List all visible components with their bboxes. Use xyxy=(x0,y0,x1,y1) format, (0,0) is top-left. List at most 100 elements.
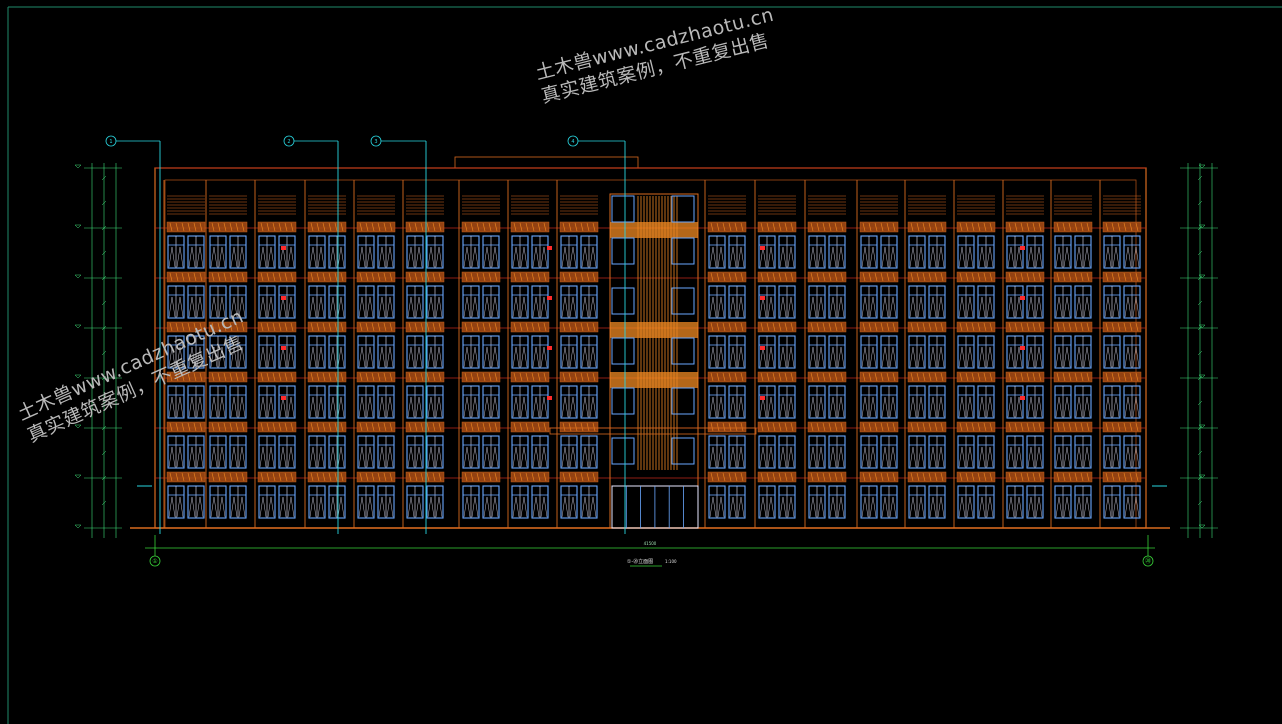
level-symbol xyxy=(74,324,82,329)
window-swing xyxy=(329,396,337,418)
spandrel-band xyxy=(907,421,947,433)
spandrel-band xyxy=(559,471,599,483)
window-swing xyxy=(767,446,775,468)
spandrel-band xyxy=(356,321,396,333)
window-swing xyxy=(259,496,267,518)
window-swing xyxy=(483,346,491,368)
window-swing xyxy=(1124,496,1132,518)
window-swing xyxy=(787,496,795,518)
window-swing xyxy=(986,346,994,368)
window-swing xyxy=(929,346,937,368)
window-swing xyxy=(917,296,925,318)
window-swing xyxy=(917,446,925,468)
window-swing xyxy=(581,346,589,368)
window-swing xyxy=(210,396,218,418)
spandrel-band xyxy=(166,421,206,433)
window-swing xyxy=(1063,496,1071,518)
stair-window xyxy=(611,437,635,465)
window-swing xyxy=(196,396,204,418)
window-swing xyxy=(569,246,577,268)
window-swing xyxy=(366,246,374,268)
window-swing xyxy=(415,496,423,518)
window-swing xyxy=(861,496,869,518)
window-swing xyxy=(569,396,577,418)
spandrel-band xyxy=(166,271,206,283)
window-swing xyxy=(309,396,317,418)
window-swing xyxy=(966,496,974,518)
spandrel-band xyxy=(1005,321,1045,333)
window-swing xyxy=(407,346,415,368)
window-swing xyxy=(1055,346,1063,368)
spandrel-band xyxy=(307,271,347,283)
drawing-caption: ①-⑳立面图 xyxy=(627,558,653,565)
callout-number: 3 xyxy=(374,139,377,145)
window-swing xyxy=(861,396,869,418)
window-swing xyxy=(737,346,745,368)
window-swing xyxy=(188,296,196,318)
window-swing xyxy=(1063,396,1071,418)
window-swing xyxy=(589,246,597,268)
window-swing xyxy=(1015,496,1023,518)
window-swing xyxy=(729,346,737,368)
spandrel-band xyxy=(907,221,947,233)
window-swing xyxy=(779,446,787,468)
window-swing xyxy=(337,496,345,518)
axis-label-left: ① xyxy=(152,558,157,565)
window-swing xyxy=(532,346,540,368)
spandrel-band xyxy=(1102,371,1142,383)
window-swing xyxy=(861,296,869,318)
stair-window xyxy=(611,387,635,415)
window-swing xyxy=(435,496,443,518)
window-swing xyxy=(176,496,184,518)
building-facade xyxy=(130,156,1170,529)
spandrel-band xyxy=(1005,271,1045,283)
spandrel-band xyxy=(907,471,947,483)
window-swing xyxy=(210,446,218,468)
spandrel-band xyxy=(559,321,599,333)
spandrel-band xyxy=(461,371,501,383)
spandrel-band xyxy=(461,471,501,483)
window-swing xyxy=(378,346,386,368)
marker xyxy=(281,246,286,250)
window-swing xyxy=(937,246,945,268)
window-swing xyxy=(779,346,787,368)
spandrel-band xyxy=(356,221,396,233)
cad-drawing-viewport[interactable]: ①⑳1234 ①-⑳立面图 1:100 41500 土木兽www.cadzhao… xyxy=(0,0,1282,724)
window-swing xyxy=(1007,496,1015,518)
window-swing xyxy=(717,496,725,518)
window-swing xyxy=(767,296,775,318)
level-symbol xyxy=(74,224,82,229)
window-swing xyxy=(435,246,443,268)
window-swing xyxy=(829,346,837,368)
window-swing xyxy=(581,246,589,268)
window-swing xyxy=(569,296,577,318)
window-swing xyxy=(1124,246,1132,268)
window-swing xyxy=(966,246,974,268)
window-swing xyxy=(287,296,295,318)
spandrel-band xyxy=(707,271,747,283)
window-swing xyxy=(589,346,597,368)
window-swing xyxy=(729,446,737,468)
spandrel-band xyxy=(1102,421,1142,433)
window-swing xyxy=(512,396,520,418)
window-swing xyxy=(809,346,817,368)
spandrel-band xyxy=(859,321,899,333)
window-swing xyxy=(366,496,374,518)
spandrel-band xyxy=(461,271,501,283)
window-swing xyxy=(259,396,267,418)
window-swing xyxy=(1104,496,1112,518)
window-swing xyxy=(717,346,725,368)
window-swing xyxy=(427,496,435,518)
window-swing xyxy=(958,246,966,268)
window-swing xyxy=(1075,296,1083,318)
window-swing xyxy=(837,396,845,418)
stair-window xyxy=(671,437,695,465)
marker xyxy=(760,346,765,350)
window-swing xyxy=(267,346,275,368)
spandrel-band xyxy=(1053,471,1093,483)
window-swing xyxy=(386,246,394,268)
window-swing xyxy=(881,246,889,268)
window-swing xyxy=(958,346,966,368)
window-swing xyxy=(909,346,917,368)
window-swing xyxy=(581,496,589,518)
